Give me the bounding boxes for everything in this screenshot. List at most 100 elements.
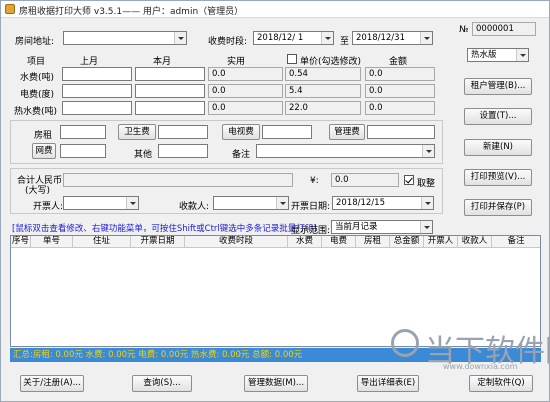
new-button[interactable]: 新建(N)	[464, 139, 532, 156]
chevron-down-icon[interactable]	[420, 221, 432, 233]
electricity-amount-field: 0.0	[365, 84, 435, 98]
rent-input[interactable]	[60, 125, 106, 139]
other-label: 其他	[134, 150, 153, 160]
management-fee-input[interactable]	[367, 125, 435, 139]
about-register-button[interactable]: 关于/注册(A)...	[20, 375, 84, 392]
period-start-picker[interactable]: 2018/12/ 1	[253, 31, 334, 45]
water-price-field: 0.54	[285, 67, 361, 81]
range-value: 当前月记录	[335, 222, 378, 232]
chevron-down-icon[interactable]	[516, 49, 528, 61]
round-checkbox[interactable]	[404, 175, 414, 185]
hot-water-price-field: 22.0	[285, 101, 361, 115]
print-preview-button[interactable]: 打印预览(V)...	[464, 169, 532, 186]
hygiene-fee-input[interactable]	[158, 125, 208, 139]
range-select[interactable]: 当前月记录	[331, 220, 433, 234]
round-label: 取整	[417, 179, 436, 189]
water-this-input[interactable]	[135, 67, 205, 81]
total-amount-field: 0.0	[331, 173, 399, 187]
payee-combo[interactable]	[213, 196, 289, 210]
hygiene-fee-button[interactable]: 卫生费	[118, 124, 156, 140]
col-actual-header: 实用	[227, 57, 246, 67]
issuer-label: 开票人:	[33, 202, 64, 212]
water-label: 水费(吨)	[20, 73, 55, 83]
electricity-last-input[interactable]	[62, 84, 132, 98]
tenant-management-button[interactable]: 租户管理(B)...	[464, 78, 532, 95]
network-fee-button[interactable]: 网费	[32, 143, 56, 159]
watermark-logo-icon	[391, 329, 419, 357]
tv-fee-input[interactable]	[262, 125, 312, 139]
note-combo[interactable]	[256, 144, 435, 158]
water-amount-field: 0.0	[365, 67, 435, 81]
room-address-combo[interactable]	[63, 31, 187, 45]
meter-version-value: 热水版	[471, 50, 497, 60]
period-end-value: 2018/12/31	[356, 33, 405, 43]
column-header[interactable]: 水费	[288, 236, 322, 248]
chevron-down-icon[interactable]	[174, 32, 186, 44]
col-price-header: 单价(勾选修改)	[300, 57, 362, 67]
issue-date-label: 开票日期:	[291, 202, 331, 212]
column-header[interactable]: 住址	[73, 236, 131, 248]
settings-button[interactable]: 设置(T)...	[464, 108, 532, 125]
electricity-this-input[interactable]	[135, 84, 205, 98]
chevron-down-icon[interactable]	[420, 32, 432, 44]
electricity-price-field: 5.4	[285, 84, 361, 98]
hot-water-amount-field: 0.0	[365, 101, 435, 115]
column-header[interactable]: 电费	[322, 236, 356, 248]
chevron-down-icon[interactable]	[126, 197, 138, 209]
period-to-label: 至	[340, 37, 350, 47]
electricity-actual-field: 0.0	[208, 84, 283, 98]
customize-software-button[interactable]: 定制软件(Q)	[469, 375, 533, 392]
hot-water-last-input[interactable]	[62, 101, 132, 115]
column-header[interactable]: 备注	[492, 236, 540, 248]
management-fee-button[interactable]: 管理费	[329, 124, 365, 140]
note-label: 备注	[232, 150, 251, 160]
chevron-down-icon[interactable]	[421, 197, 433, 209]
column-header[interactable]: 单号	[31, 236, 73, 248]
room-address-label: 房间地址:	[15, 37, 55, 47]
currency-symbol-label: ¥:	[310, 176, 319, 186]
hot-water-label: 热水费(吨)	[14, 107, 58, 117]
col-amount-header: 金额	[389, 57, 408, 67]
chevron-down-icon[interactable]	[276, 197, 288, 209]
col-this-header: 本月	[153, 57, 172, 67]
query-button[interactable]: 查询(S)...	[132, 375, 192, 392]
manage-data-button[interactable]: 管理数据(M)...	[244, 375, 308, 392]
print-save-button[interactable]: 打印并保存(P)	[464, 199, 532, 216]
column-header[interactable]: 序号	[11, 236, 31, 248]
electricity-label: 电费(度)	[20, 90, 55, 100]
network-fee-input[interactable]	[60, 144, 106, 158]
column-header[interactable]: 开票日期	[131, 236, 185, 248]
price-edit-checkbox[interactable]	[287, 54, 297, 64]
column-header[interactable]: 总金额	[390, 236, 424, 248]
export-detail-button[interactable]: 导出详细表(E)	[357, 375, 419, 392]
meter-version-select[interactable]: 热水版	[467, 48, 529, 62]
period-label: 收费时段:	[208, 37, 248, 47]
issue-date-picker[interactable]: 2018/12/15	[332, 196, 434, 210]
period-start-value: 2018/12/ 1	[257, 33, 304, 43]
column-header[interactable]: 房租	[356, 236, 390, 248]
chevron-down-icon[interactable]	[321, 32, 333, 44]
other-fee-input[interactable]	[158, 144, 208, 158]
col-last-header: 上月	[80, 57, 99, 67]
water-actual-field: 0.0	[208, 67, 283, 81]
app-logo-icon	[5, 4, 15, 14]
list-hint-text: [鼠标双击查看修改、右键功能菜单，可按住Shift或Ctrl键选中多条记录批量打…	[12, 224, 317, 234]
hot-water-this-input[interactable]	[135, 101, 205, 115]
payee-label: 收款人:	[179, 202, 210, 212]
app-window: 房租收据打印大师 v3.5.1—— 用户：admin（管理员） 房间地址: 收费…	[0, 0, 550, 402]
receipt-no-label: №	[459, 25, 469, 35]
water-last-input[interactable]	[62, 67, 132, 81]
column-header[interactable]: 收费时段	[185, 236, 288, 248]
hot-water-actual-field: 0.0	[208, 101, 283, 115]
column-header[interactable]: 收款人	[458, 236, 492, 248]
total-caps-sub-label: (大写)	[25, 186, 51, 196]
tv-fee-button[interactable]: 电视费	[222, 124, 260, 140]
records-table-header: 序号 单号 住址 开票日期 收费时段 水费 电费 房租 总金额 开票人 收款人 …	[11, 236, 540, 248]
rent-label: 房租	[34, 131, 53, 141]
period-end-picker[interactable]: 2018/12/31	[352, 31, 433, 45]
chevron-down-icon[interactable]	[422, 145, 434, 157]
issue-date-value: 2018/12/15	[336, 198, 385, 208]
receipt-no-field: 0000001	[472, 22, 536, 36]
column-header[interactable]: 开票人	[424, 236, 458, 248]
issuer-combo[interactable]	[63, 196, 139, 210]
